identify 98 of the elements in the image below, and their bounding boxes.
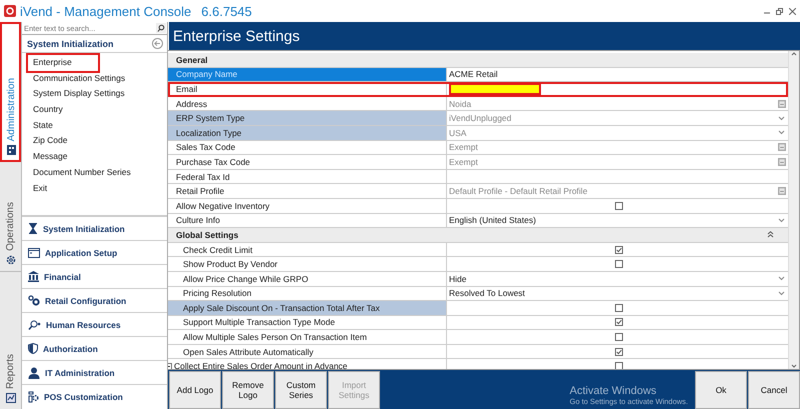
property-name: Allow Negative Inventory	[176, 200, 270, 211]
bank-icon	[28, 271, 39, 282]
property-value[interactable]: ACME Retail	[449, 69, 498, 80]
section-heading: System Initialization	[27, 38, 114, 48]
footer-button[interactable]: Custom Series	[275, 371, 327, 409]
property-value[interactable]: Resolved To Lowest	[449, 288, 525, 298]
scroll-down-icon[interactable]	[791, 364, 797, 369]
property-name: ERP System Type	[176, 113, 245, 124]
dropdown-icon[interactable]	[778, 290, 785, 296]
collapse-icon[interactable]	[767, 231, 774, 238]
checkbox[interactable]	[614, 202, 622, 210]
nav-item[interactable]: Message	[28, 149, 72, 165]
property-value[interactable]: Noida	[449, 98, 472, 109]
nav-item[interactable]: Zip Code	[28, 133, 72, 150]
footer-button[interactable]: Add Logo	[169, 371, 221, 409]
side-tab[interactable]: Reports	[0, 272, 21, 409]
nav-item[interactable]: State	[28, 118, 58, 134]
property-name: Support Multiple Transaction Type Mode	[183, 317, 335, 328]
email-field[interactable]	[451, 84, 539, 93]
gear-icon	[6, 255, 16, 265]
side-tab[interactable]: Operations	[0, 162, 21, 272]
back-icon[interactable]	[152, 38, 163, 49]
property-value[interactable]: Exempt	[449, 156, 478, 167]
restore-icon[interactable]	[776, 8, 783, 14]
window-title: iVend - Management Console	[20, 4, 192, 18]
property-name: Company Name	[176, 69, 238, 80]
nav-group[interactable]: Application Setup	[45, 248, 118, 258]
property-value[interactable]: Default Profile - Default Retail Profile	[449, 186, 588, 196]
person-icon	[28, 366, 40, 378]
gear-icon	[28, 391, 39, 403]
checkbox[interactable]	[614, 304, 622, 312]
ellipsis-button[interactable]	[778, 187, 786, 196]
nav-item[interactable]: Enterprise	[28, 55, 98, 71]
property-name: Pricing Resolution	[183, 288, 252, 298]
nav-group[interactable]: Financial	[44, 272, 81, 282]
checkbox[interactable]	[614, 318, 622, 326]
nav-item[interactable]: Communication Settings	[28, 70, 130, 86]
property-value[interactable]: Exempt	[449, 142, 478, 152]
app-logo-icon	[4, 5, 16, 17]
property-value[interactable]: Hide	[449, 274, 466, 284]
property-name: Allow Multiple Sales Person On Transaction Item	[183, 332, 367, 342]
nav-group[interactable]: Retail Configuration	[45, 296, 126, 306]
activation-title: Activate Windows	[570, 385, 658, 397]
nav-item[interactable]: Exit	[28, 180, 52, 196]
side-tab[interactable]: Administration	[0, 22, 21, 162]
section-header: General	[176, 54, 209, 65]
property-name: Address	[176, 98, 208, 109]
ellipsis-button[interactable]	[778, 158, 786, 166]
search-icon[interactable]	[156, 23, 166, 33]
dialog-button[interactable]: Ok	[695, 371, 747, 409]
property-value[interactable]: iVendUnplugged	[449, 113, 512, 124]
property-name: Sales Tax Code	[176, 142, 236, 152]
close-icon[interactable]	[789, 8, 796, 14]
property-name: Show Product By Vendor	[183, 259, 278, 270]
scroll-up-icon[interactable]	[791, 51, 797, 56]
section-header: Global Settings	[176, 230, 240, 240]
property-name: Apply Sale Discount On - Transaction Total After Tax	[183, 302, 380, 313]
dropdown-icon[interactable]	[778, 116, 785, 121]
gears-icon	[28, 295, 40, 306]
property-value[interactable]: USA	[449, 128, 466, 138]
dropdown-icon[interactable]	[778, 130, 785, 136]
shield-icon	[28, 343, 38, 354]
nav-group[interactable]: System Initialization	[43, 224, 125, 234]
property-name: Culture Info	[176, 215, 220, 226]
checkbox[interactable]	[614, 333, 622, 342]
dialog-button[interactable]: Cancel	[748, 371, 800, 409]
checkbox[interactable]	[614, 348, 622, 356]
nav-group[interactable]: IT Administration	[45, 368, 115, 378]
window-icon	[28, 248, 40, 258]
checkbox[interactable]	[614, 246, 622, 254]
hourglass-icon	[28, 223, 38, 234]
property-name: Localization Type	[176, 128, 242, 138]
property-name: Check Credit Limit	[183, 244, 252, 255]
nav-item[interactable]: Document Number Series	[28, 164, 136, 180]
ellipsis-button[interactable]	[778, 143, 786, 152]
nav-item[interactable]: System Display Settings	[28, 86, 130, 102]
property-name: Collect Entire Sales Order Amount in Advance	[174, 361, 348, 369]
property-name: Open Sales Attribute Automatically	[183, 346, 314, 357]
checkbox[interactable]	[614, 260, 622, 268]
building-icon	[7, 145, 16, 155]
property-name: Federal Tax Id	[176, 172, 230, 182]
chart-icon	[6, 393, 16, 403]
nav-group[interactable]: POS Customization	[44, 392, 123, 402]
footer-button[interactable]: Remove Logo	[222, 371, 274, 409]
property-value[interactable]: English (United States)	[449, 215, 536, 226]
person-search-icon	[28, 320, 41, 330]
property-name: Retail Profile	[176, 186, 224, 196]
property-name: Email	[176, 84, 198, 94]
property-name: Allow Price Change While GRPO	[183, 274, 308, 284]
property-name: Purchase Tax Code	[176, 156, 250, 167]
nav-item[interactable]: Country	[28, 102, 68, 118]
dropdown-icon[interactable]	[778, 218, 785, 223]
page-title: Enterprise Settings	[168, 22, 800, 50]
ellipsis-button[interactable]	[778, 100, 786, 108]
dropdown-icon[interactable]	[778, 276, 785, 282]
nav-group[interactable]: Authorization	[43, 344, 98, 354]
nav-group[interactable]: Human Resources	[46, 320, 121, 330]
version-number: 6.6.7545	[201, 4, 252, 18]
